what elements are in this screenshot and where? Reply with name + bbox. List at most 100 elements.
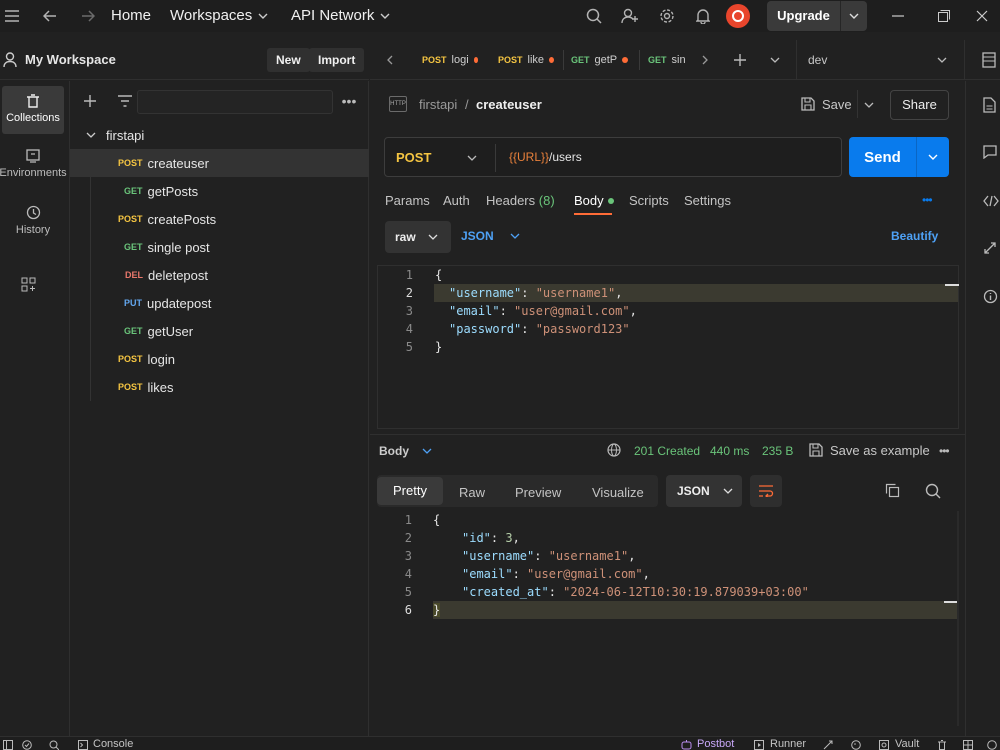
chevron-down-icon[interactable] bbox=[917, 154, 949, 160]
scroll-left-icon[interactable] bbox=[382, 52, 398, 68]
proxy-icon[interactable] bbox=[823, 740, 833, 750]
find-icon[interactable] bbox=[49, 740, 59, 750]
tab-getposts[interactable]: GET getP bbox=[571, 40, 631, 80]
url-input[interactable]: {{URL}}/users bbox=[509, 150, 582, 164]
new-tab-icon[interactable] bbox=[732, 52, 748, 68]
sidebar-toggle-icon[interactable] bbox=[3, 740, 13, 750]
close-icon[interactable] bbox=[972, 6, 992, 26]
save-as-example-button[interactable]: Save as example bbox=[830, 443, 930, 458]
chevron-down-icon[interactable] bbox=[937, 57, 947, 63]
postbot-button[interactable]: Postbot bbox=[697, 738, 734, 750]
help-icon[interactable] bbox=[987, 740, 997, 750]
tab-headers[interactable]: Headers (8) bbox=[486, 193, 555, 208]
layout-icon[interactable] bbox=[963, 740, 973, 750]
response-time[interactable]: 440 ms bbox=[710, 444, 749, 458]
trash-icon[interactable] bbox=[937, 740, 947, 750]
cookies-icon[interactable] bbox=[851, 740, 861, 750]
body-format-select[interactable]: JSON bbox=[461, 229, 520, 243]
request-title[interactable]: createuser bbox=[476, 97, 542, 112]
status-badge[interactable]: 201 Created bbox=[634, 444, 700, 458]
sidebar-item-collections[interactable]: Collections bbox=[2, 86, 64, 134]
response-format-select[interactable]: JSON bbox=[666, 475, 742, 507]
response-size[interactable]: 235 B bbox=[762, 444, 793, 458]
more-options-icon[interactable]: ••• bbox=[339, 91, 359, 111]
search-icon[interactable] bbox=[925, 483, 941, 499]
tab-pretty[interactable]: Pretty bbox=[377, 477, 443, 505]
forward-arrow-icon[interactable] bbox=[78, 6, 98, 26]
upgrade-button[interactable]: Upgrade bbox=[767, 1, 867, 31]
body-mode-select[interactable]: raw bbox=[385, 221, 451, 253]
tab-visualize[interactable]: Visualize bbox=[576, 479, 660, 507]
list-item[interactable]: POST createPosts bbox=[70, 205, 369, 233]
comments-icon[interactable] bbox=[983, 145, 997, 159]
tab-login[interactable]: POST logi bbox=[422, 40, 478, 80]
filter-icon[interactable] bbox=[115, 91, 135, 111]
list-item[interactable]: POST likes bbox=[70, 373, 369, 401]
tab-params[interactable]: Params bbox=[385, 193, 430, 208]
tab-likes[interactable]: POST like bbox=[498, 40, 554, 80]
request-body-editor[interactable]: 1 2 3 4 5 { "username": "username1", "em… bbox=[377, 265, 959, 429]
breadcrumb-collection[interactable]: firstapi bbox=[419, 97, 457, 112]
import-button[interactable]: Import bbox=[309, 48, 365, 72]
minimize-icon[interactable] bbox=[888, 6, 908, 26]
workspace-name[interactable]: My Workspace bbox=[25, 52, 116, 67]
response-body-select[interactable]: Body bbox=[379, 444, 432, 458]
send-button[interactable]: Send bbox=[849, 137, 949, 177]
more-options-icon[interactable]: ••• bbox=[939, 444, 950, 458]
list-item[interactable]: DEL deletepost bbox=[70, 261, 369, 289]
documentation-icon[interactable] bbox=[983, 97, 996, 113]
globe-icon[interactable] bbox=[607, 443, 621, 457]
beautify-button[interactable]: Beautify bbox=[891, 229, 938, 243]
list-item[interactable]: GET single post bbox=[70, 233, 369, 261]
tab-preview[interactable]: Preview bbox=[499, 479, 577, 507]
chevron-down-icon[interactable] bbox=[841, 13, 867, 19]
related-icon[interactable] bbox=[983, 241, 997, 255]
settings-gear-icon[interactable] bbox=[657, 6, 677, 26]
info-icon[interactable] bbox=[983, 289, 998, 304]
tab-settings[interactable]: Settings bbox=[684, 193, 731, 208]
tab-scripts[interactable]: Scripts bbox=[629, 193, 669, 208]
environment-quick-look-icon[interactable] bbox=[982, 52, 996, 68]
back-arrow-icon[interactable] bbox=[40, 6, 60, 26]
chevron-down-icon[interactable] bbox=[467, 155, 477, 161]
console-button[interactable]: Console bbox=[93, 738, 133, 750]
search-icon[interactable] bbox=[584, 6, 604, 26]
sidebar-item-history[interactable]: History bbox=[0, 205, 66, 245]
tab-single-post[interactable]: GET sin bbox=[648, 40, 688, 80]
scroll-right-icon[interactable] bbox=[697, 52, 713, 68]
notification-bell-icon[interactable] bbox=[693, 6, 713, 26]
vault-button[interactable]: Vault bbox=[895, 738, 919, 750]
menu-icon[interactable] bbox=[2, 6, 22, 26]
copy-icon[interactable] bbox=[885, 483, 900, 498]
list-item[interactable]: PUT updatepost bbox=[70, 289, 369, 317]
nav-home[interactable]: Home bbox=[111, 7, 151, 24]
restore-icon[interactable] bbox=[934, 6, 954, 26]
runner-button[interactable]: Runner bbox=[770, 738, 806, 750]
list-item[interactable]: POST createuser bbox=[70, 149, 369, 177]
search-input[interactable] bbox=[137, 90, 333, 114]
list-item[interactable]: GET getPosts bbox=[70, 177, 369, 205]
add-icon[interactable] bbox=[80, 91, 100, 111]
invite-user-icon[interactable] bbox=[620, 6, 640, 26]
more-options-icon[interactable]: ••• bbox=[922, 193, 933, 207]
wrap-lines-button[interactable] bbox=[750, 475, 782, 507]
scrollbar[interactable] bbox=[957, 511, 959, 726]
add-sidebar-item-icon[interactable] bbox=[19, 275, 39, 295]
code-icon[interactable] bbox=[983, 195, 999, 207]
tabs-menu-chevron-icon[interactable] bbox=[767, 52, 783, 68]
method-select[interactable]: POST bbox=[396, 150, 431, 165]
share-button[interactable]: Share bbox=[890, 90, 949, 120]
sidebar-item-environments[interactable]: Environments bbox=[0, 149, 67, 189]
online-status-icon[interactable] bbox=[22, 740, 32, 750]
tab-auth[interactable]: Auth bbox=[443, 193, 470, 208]
save-icon[interactable] bbox=[801, 97, 815, 111]
nav-api-network[interactable]: API Network bbox=[291, 7, 390, 24]
chevron-down-icon[interactable] bbox=[864, 102, 874, 108]
tab-raw[interactable]: Raw bbox=[443, 479, 501, 507]
tab-body[interactable]: Body bbox=[574, 193, 614, 208]
response-body-viewer[interactable]: 1 2 3 4 5 6 { "id": 3, "username": "user… bbox=[377, 511, 959, 726]
new-button[interactable]: New bbox=[267, 48, 310, 72]
list-item[interactable]: GET getUser bbox=[70, 317, 369, 345]
nav-workspaces[interactable]: Workspaces bbox=[170, 7, 268, 24]
save-button[interactable]: Save bbox=[822, 97, 852, 112]
